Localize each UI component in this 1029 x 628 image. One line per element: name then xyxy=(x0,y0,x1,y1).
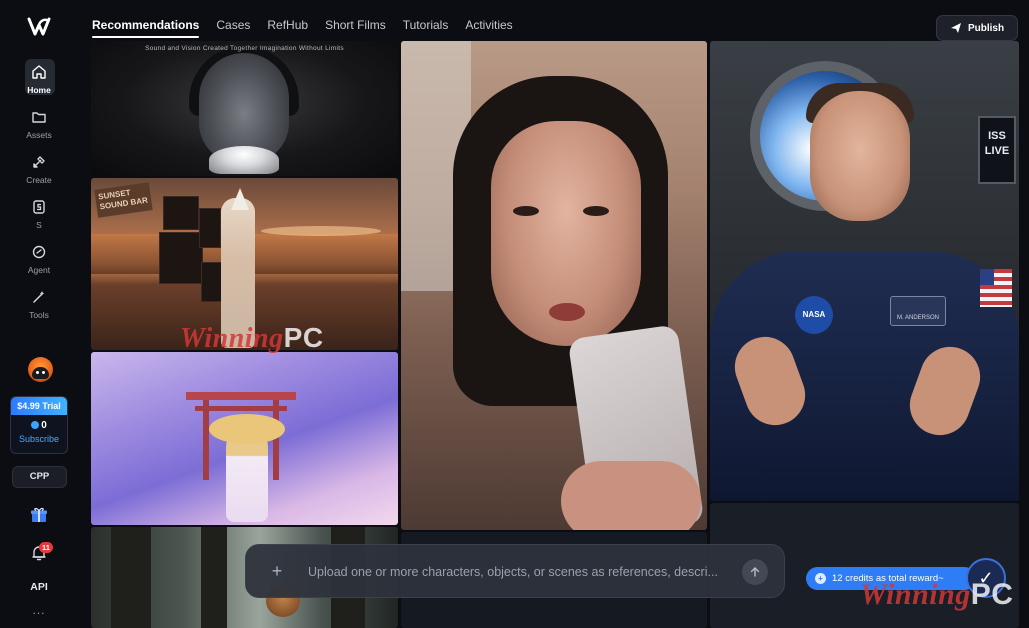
folder-icon xyxy=(32,112,46,123)
create-icon xyxy=(33,156,45,168)
sidebar-item-agent[interactable]: Agent xyxy=(0,242,78,282)
trial-price: $4.99 Trial xyxy=(11,397,67,415)
tab-refhub[interactable]: RefHub xyxy=(267,18,308,36)
tab-recommendations[interactable]: Recommendations xyxy=(92,18,200,38)
coin-icon: + xyxy=(815,573,826,584)
s-icon xyxy=(33,200,45,214)
gallery-card-sakura[interactable] xyxy=(91,352,398,525)
api-link[interactable]: API xyxy=(0,581,78,593)
publish-button[interactable]: Publish xyxy=(936,15,1018,41)
app-window: Home Assets Create S Agent Tools $4.99 T… xyxy=(0,0,1029,628)
category-tabs: Recommendations Cases RefHub Short Films… xyxy=(92,18,513,38)
gallery-card-selfie[interactable] xyxy=(401,41,707,530)
sidebar: Home Assets Create S Agent Tools $4.99 T… xyxy=(0,0,78,628)
sidebar-item-label: Create xyxy=(26,175,52,185)
sidebar-item-create[interactable]: Create xyxy=(0,152,78,192)
sidebar-item-label: Home xyxy=(27,85,51,95)
watermark: WinningPC xyxy=(860,578,1014,611)
sunset-sign: SUNSET SOUND BAR xyxy=(94,182,153,218)
send-button[interactable] xyxy=(742,559,768,585)
tab-cases[interactable]: Cases xyxy=(216,18,250,36)
sidebar-item-tools[interactable]: Tools xyxy=(0,287,78,327)
tab-activities[interactable]: Activities xyxy=(465,18,512,36)
notification-badge: 11 xyxy=(39,542,53,553)
sidebar-item-assets[interactable]: Assets xyxy=(0,107,78,147)
tab-tutorials[interactable]: Tutorials xyxy=(403,18,449,36)
watermark: WinningPC xyxy=(180,322,324,354)
us-flag-patch xyxy=(980,269,1012,307)
publish-label: Publish xyxy=(967,22,1005,34)
agent-icon xyxy=(32,245,46,259)
app-logo-icon[interactable] xyxy=(27,16,51,38)
iss-live-sign: ISS LIVE xyxy=(978,116,1016,184)
sidebar-item-label: Assets xyxy=(26,130,52,140)
cpp-button[interactable]: CPP xyxy=(12,466,67,488)
nasa-patch: NASA xyxy=(795,296,833,334)
sidebar-item-label: Tools xyxy=(29,310,49,320)
prompt-input[interactable] xyxy=(308,562,728,582)
avatar[interactable] xyxy=(28,357,53,382)
home-icon xyxy=(32,65,46,79)
arrow-up-icon xyxy=(750,567,760,577)
tab-short-films[interactable]: Short Films xyxy=(325,18,386,36)
wand-icon xyxy=(33,291,45,303)
sidebar-item-label: S xyxy=(36,220,42,230)
credit-coin-icon xyxy=(31,421,40,429)
gallery-card-astronaut[interactable]: ISS LIVE NASA M. ANDERSON xyxy=(710,41,1019,501)
name-badge: M. ANDERSON xyxy=(890,296,946,326)
sidebar-item-home[interactable]: Home xyxy=(0,59,78,102)
trial-card[interactable]: $4.99 Trial 0 Subscribe xyxy=(10,396,68,454)
add-reference-button[interactable]: + xyxy=(268,562,286,580)
more-menu-icon[interactable]: ... xyxy=(0,603,78,617)
gallery-card-lotus[interactable]: Sound and Vision Created Together Imagin… xyxy=(91,41,398,176)
sidebar-item-label: Agent xyxy=(27,265,51,275)
gift-icon[interactable] xyxy=(30,506,48,524)
send-plane-icon xyxy=(950,23,961,33)
credits-balance: 0 xyxy=(11,420,67,431)
card-tagline: Sound and Vision Created Together Imagin… xyxy=(145,45,344,52)
prompt-bar: + xyxy=(245,544,785,598)
subscribe-link[interactable]: Subscribe xyxy=(11,434,67,444)
sidebar-item-s[interactable]: S xyxy=(0,197,78,237)
